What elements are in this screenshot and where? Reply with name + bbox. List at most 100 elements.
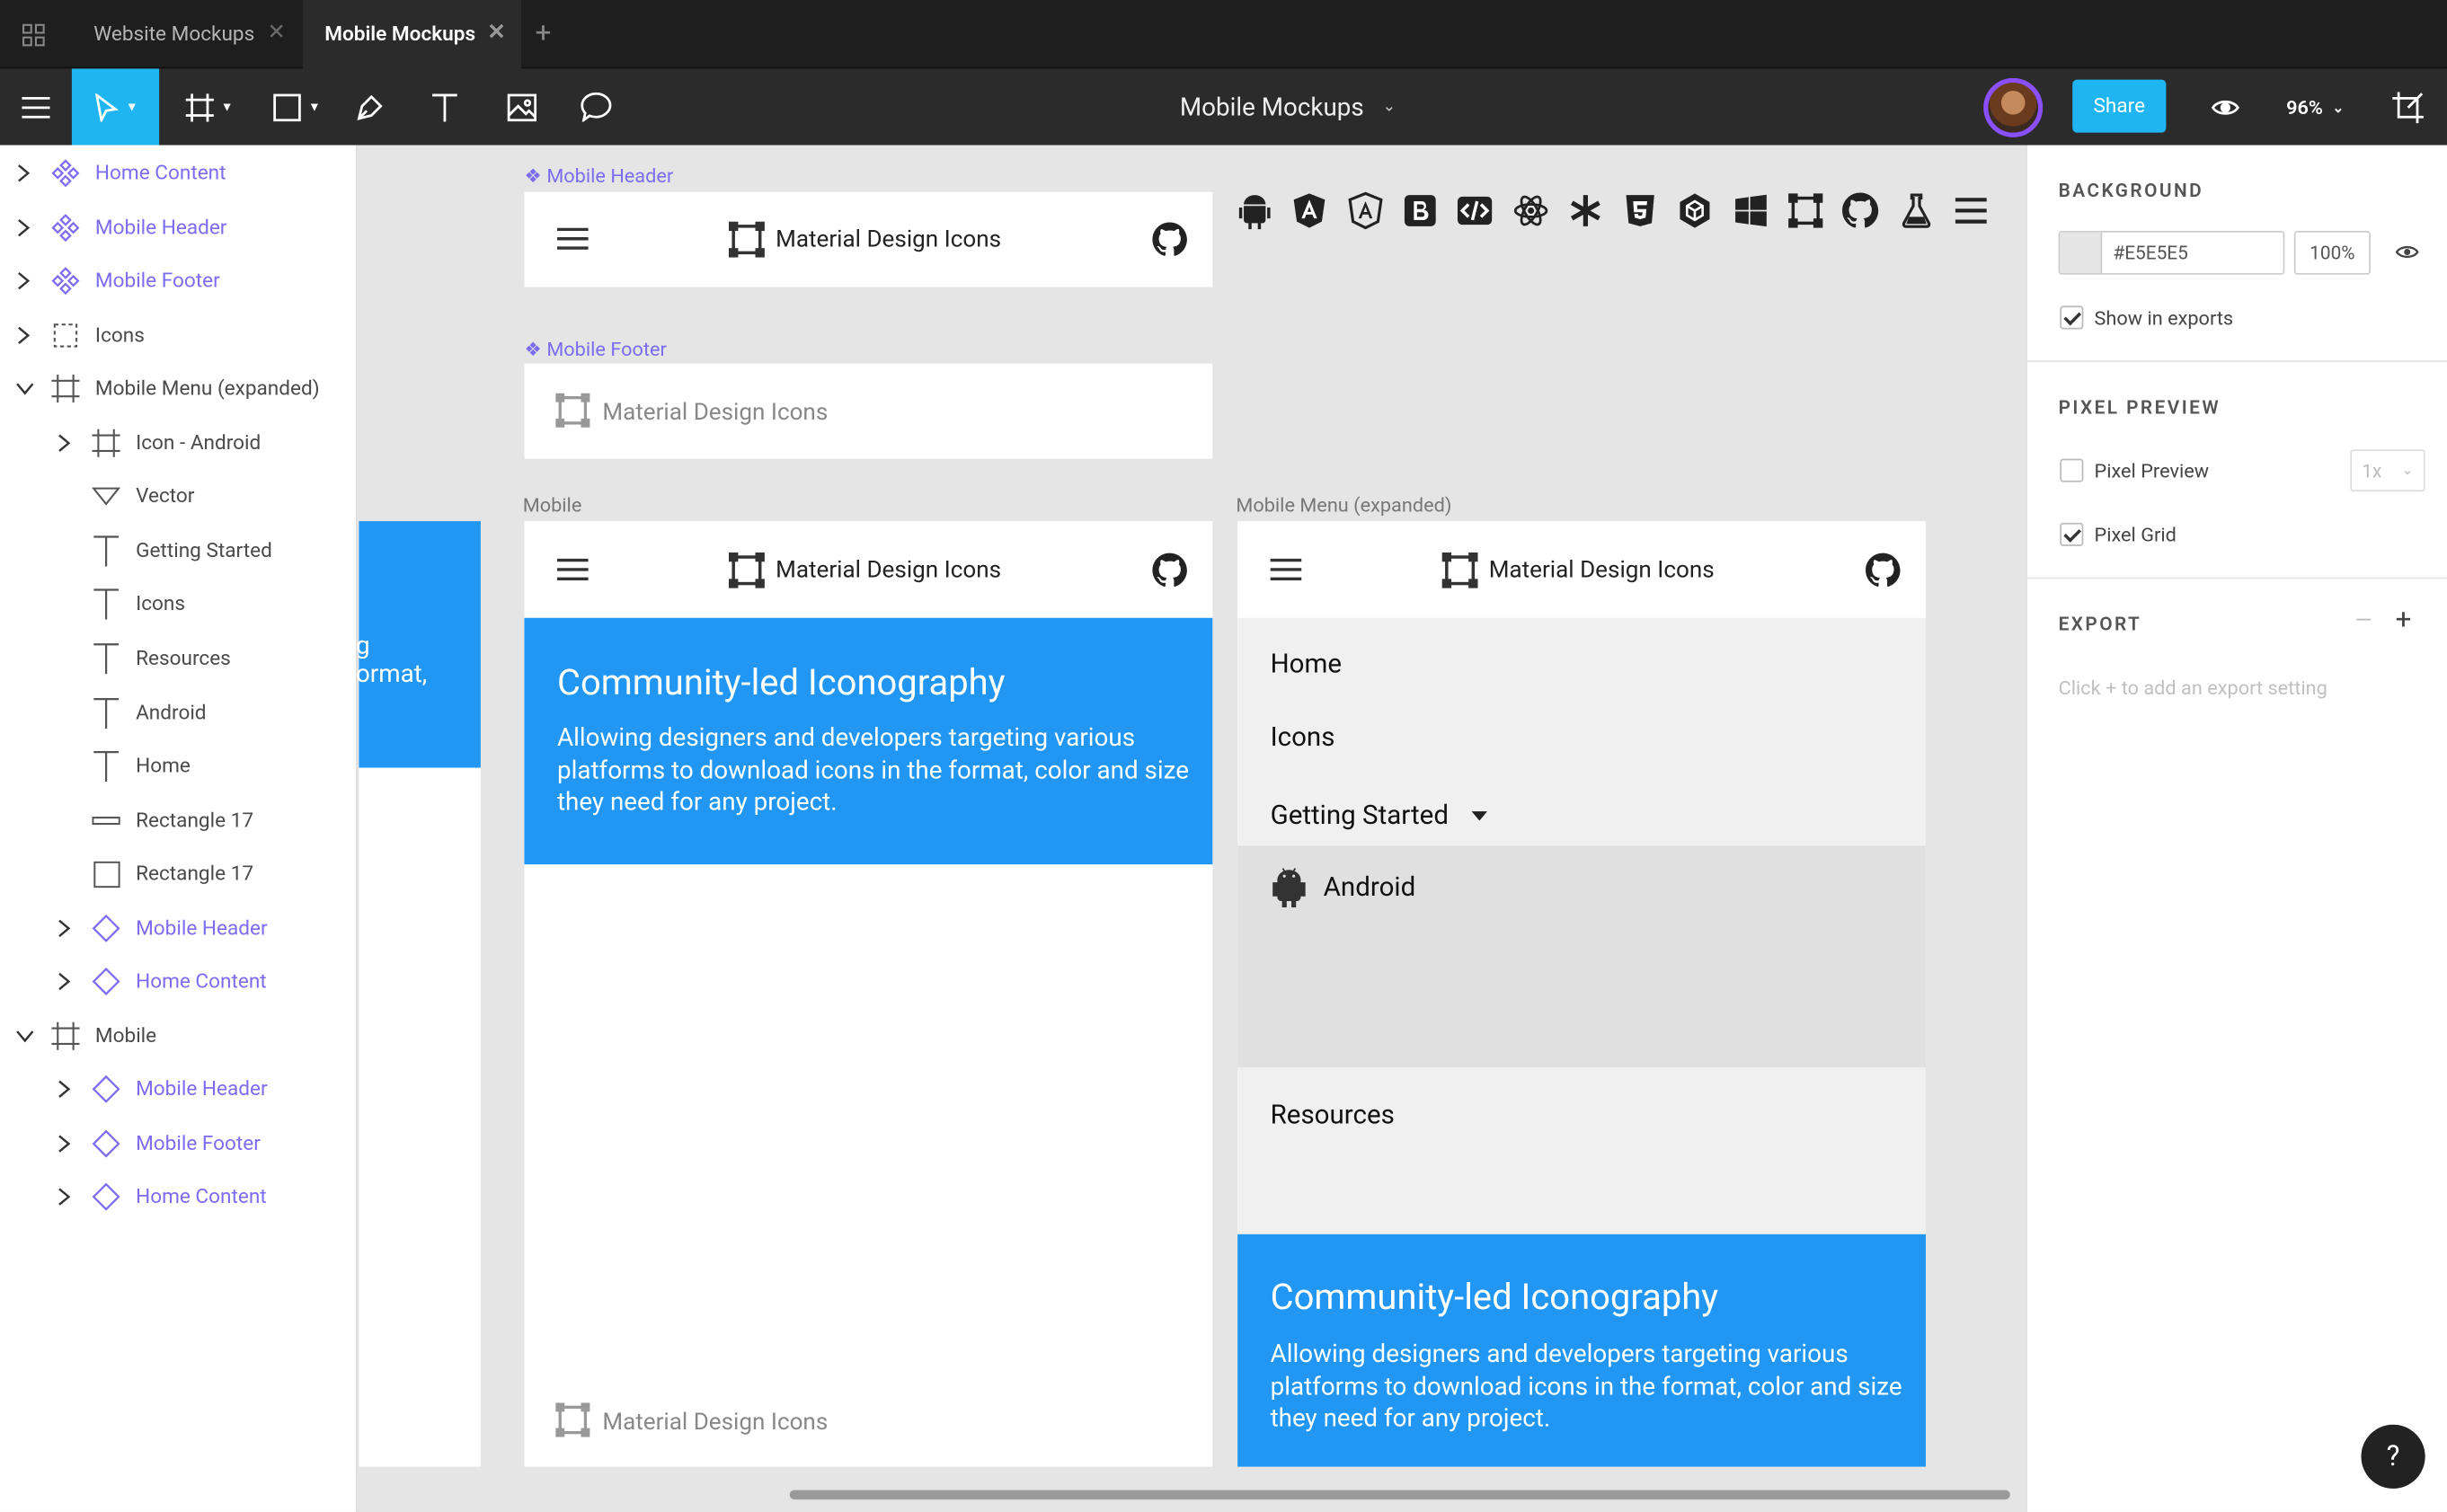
dashboard-grid-icon[interactable]	[22, 23, 45, 47]
comment-tool-button[interactable]	[572, 68, 619, 145]
angular-outline-icon[interactable]	[1346, 191, 1387, 236]
layer-row[interactable]: Rectangle 17	[0, 793, 358, 846]
share-button[interactable]: Share	[2072, 79, 2167, 133]
android-icon[interactable]	[1236, 192, 1276, 236]
add-export-icon[interactable]: +	[2396, 604, 2412, 636]
color-swatch[interactable]	[2060, 232, 2103, 273]
tab-label: Website Mockups	[93, 22, 255, 47]
close-icon[interactable]: ✕	[487, 21, 505, 46]
text-tool-button[interactable]	[421, 68, 468, 145]
layer-row[interactable]: Vector	[0, 470, 358, 523]
hero-title: Community-led Iconography	[556, 661, 1006, 704]
new-tab-plus-icon[interactable]: +	[536, 17, 552, 49]
pixel-preview-checkbox[interactable]	[2060, 458, 2084, 482]
vector-square-icon[interactable]	[1786, 192, 1827, 236]
hamburger-menu-icon[interactable]	[0, 68, 72, 145]
zoom-dropdown[interactable]: 96% ⌄	[2286, 97, 2344, 120]
menu-icon[interactable]	[1952, 192, 1992, 236]
mobile-footer-component[interactable]: Material Design Icons	[524, 363, 1213, 459]
document-title-dropdown[interactable]: Mobile Mockups ⌄	[1180, 92, 1396, 121]
visibility-eye-icon[interactable]	[2395, 243, 2419, 261]
layer-name: Mobile Menu (expanded)	[94, 377, 320, 402]
mobile-header-component[interactable]: Material Design Icons	[524, 191, 1213, 287]
opacity-field[interactable]: 100%	[2293, 231, 2371, 275]
pen-tool-button[interactable]	[347, 68, 394, 145]
chevron-down-icon[interactable]	[15, 1026, 34, 1042]
layer-row[interactable]: Home Content	[0, 1171, 358, 1224]
mobile-artboard[interactable]: Material Design Icons Community-led Icon…	[524, 521, 1213, 1467]
help-button[interactable]: ?	[2361, 1424, 2425, 1489]
flask-icon[interactable]	[1897, 192, 1937, 236]
layer-row[interactable]: Mobile Header	[0, 1063, 358, 1116]
chevron-down-icon: ⌄	[1382, 98, 1396, 116]
tab-mobile-mockups[interactable]: Mobile Mockups ✕	[302, 0, 522, 69]
show-in-exports-checkbox[interactable]	[2060, 305, 2084, 330]
pixel-grid-label: Pixel Grid	[2094, 524, 2177, 548]
code-handoff-icon[interactable]	[2388, 68, 2428, 145]
chevron-right-icon[interactable]	[57, 972, 72, 991]
layer-row[interactable]: Home Content	[0, 955, 358, 1008]
select-tool-button[interactable]: ▼	[71, 68, 160, 146]
chevron-right-icon[interactable]	[57, 1188, 72, 1207]
layer-row[interactable]: Rectangle 17	[0, 847, 358, 900]
chevron-right-icon[interactable]	[15, 325, 31, 344]
cube-icon[interactable]	[1677, 192, 1717, 236]
text-icon	[92, 643, 120, 675]
html5-icon[interactable]	[1621, 192, 1662, 236]
canvas[interactable]: ❖ Mobile Header Material Design Icons ❖ …	[356, 145, 2026, 1512]
artboard-tool-button[interactable]: ▼	[172, 68, 246, 145]
artboard-label-mobile[interactable]: Mobile	[523, 495, 582, 518]
layer-row[interactable]: Icons	[0, 308, 358, 361]
layer-row[interactable]: Resources	[0, 632, 358, 685]
avatar[interactable]	[1983, 77, 2044, 137]
layer-row[interactable]: Icons	[0, 578, 358, 631]
mobile-menu-artboard[interactable]: Material Design Icons Home Icons Getting…	[1237, 521, 1926, 1467]
layer-row[interactable]: Home Content	[0, 146, 358, 199]
caret-down-icon	[1471, 811, 1487, 821]
remove-export-icon[interactable]: —	[2355, 608, 2372, 633]
horizontal-scrollbar[interactable]	[789, 1490, 2010, 1500]
preview-eye-icon[interactable]	[2203, 68, 2248, 145]
asterisk-icon[interactable]	[1566, 192, 1607, 236]
layer-row[interactable]: Mobile Footer	[0, 1117, 358, 1170]
layer-row[interactable]: Android	[0, 685, 358, 738]
layer-row[interactable]: Mobile Menu (expanded)	[0, 362, 358, 415]
layer-row[interactable]: Mobile Footer	[0, 254, 358, 307]
pixel-grid-checkbox[interactable]	[2060, 522, 2084, 546]
home-content-frame-partial[interactable]: g ormat,	[356, 521, 481, 1467]
layer-row[interactable]: Home	[0, 739, 358, 792]
chevron-right-icon[interactable]	[15, 217, 31, 236]
layer-row[interactable]: Icon - Android	[0, 416, 358, 469]
brand-title: Material Design Icons	[1488, 555, 1715, 584]
layer-row[interactable]: Mobile	[0, 1009, 358, 1062]
github-icon[interactable]	[1842, 192, 1883, 236]
chevron-right-icon[interactable]	[57, 1134, 72, 1153]
chevron-down-icon[interactable]	[15, 379, 34, 395]
code-icon[interactable]	[1457, 192, 1497, 236]
chevron-right-icon[interactable]	[15, 271, 31, 290]
icon-strip[interactable]	[1236, 191, 1987, 236]
header-component-label[interactable]: ❖ Mobile Header	[524, 164, 673, 189]
chevron-right-icon[interactable]	[15, 164, 31, 182]
layer-name: Icon - Android	[136, 431, 262, 455]
layer-row[interactable]: Mobile Header	[0, 901, 358, 954]
footer-component-label[interactable]: ❖ Mobile Footer	[524, 337, 666, 362]
bootstrap-icon[interactable]	[1401, 192, 1441, 236]
pixel-scale-select[interactable]: 1x ⌄	[2350, 449, 2425, 492]
windows-icon[interactable]	[1732, 192, 1772, 236]
angular-icon[interactable]	[1291, 192, 1332, 236]
tab-website-mockups[interactable]: Website Mockups ✕	[72, 0, 301, 68]
close-icon[interactable]: ✕	[267, 21, 285, 46]
chevron-right-icon[interactable]	[57, 1080, 72, 1099]
text-icon	[92, 751, 120, 783]
rectangle-tool-button[interactable]: ▼	[259, 68, 333, 145]
background-color-field[interactable]: #E5E5E5	[2058, 231, 2285, 275]
pixel-preview-section-title: PIXEL PREVIEW	[2058, 396, 2221, 419]
layer-row[interactable]: Mobile Header	[0, 200, 358, 253]
artboard-label-mobile-menu[interactable]: Mobile Menu (expanded)	[1236, 495, 1451, 518]
layer-row[interactable]: Getting Started	[0, 524, 358, 577]
chevron-right-icon[interactable]	[57, 433, 72, 452]
image-tool-button[interactable]	[498, 68, 545, 145]
react-icon[interactable]	[1512, 192, 1552, 236]
chevron-right-icon[interactable]	[57, 918, 72, 937]
